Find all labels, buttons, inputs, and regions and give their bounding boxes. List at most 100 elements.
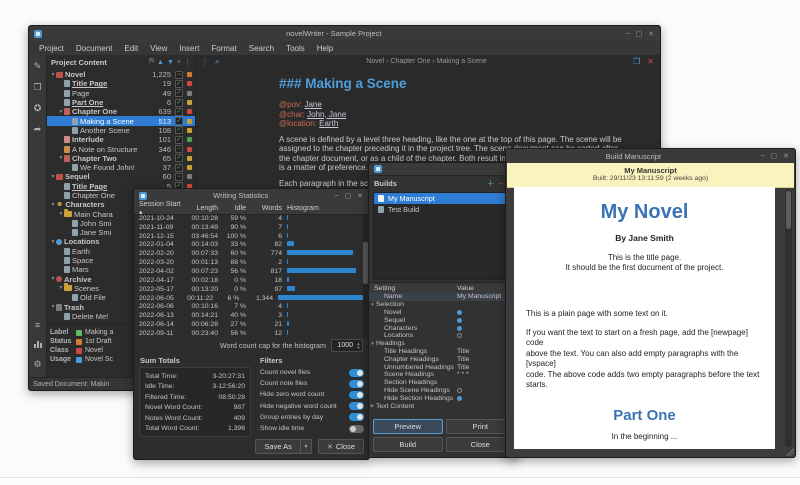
close-icon[interactable]: ✕ [648, 30, 654, 38]
table-row[interactable]: 2021-12-1503:46:54100 %6 [134, 232, 363, 241]
column-header-idle[interactable]: Idle [218, 205, 246, 212]
setting-row[interactable]: Chapter HeadingsTitle [369, 355, 519, 363]
table-row[interactable]: 2022-04-0200:07:2356 %817 [134, 267, 363, 276]
setting-row[interactable]: Title HeadingsTitle [369, 348, 519, 356]
include-checkbox[interactable]: ✓ [175, 154, 183, 162]
maximize-icon[interactable]: ▢ [345, 192, 352, 200]
setting-row[interactable]: ▼Headings [369, 340, 519, 348]
table-row[interactable]: 2022-09-1100:23:4056 %12 [134, 329, 363, 338]
setting-row[interactable]: ▼Selection [369, 301, 519, 309]
stats-close-button[interactable]: ✕Close [318, 439, 364, 454]
radio-off-icon[interactable] [457, 388, 462, 393]
filter-toggle[interactable] [349, 391, 364, 399]
resize-grip[interactable] [786, 448, 794, 456]
radio-on-icon[interactable] [457, 396, 462, 401]
filter-toggle[interactable] [349, 380, 364, 388]
save-as-dropdown-icon[interactable]: ▼ [301, 439, 312, 454]
filter-toggle[interactable] [349, 402, 364, 410]
tree-item[interactable]: ▼Chapter One639✓ [47, 107, 195, 116]
table-row[interactable]: 2022-01-0400:14:0333 %82 [134, 241, 363, 250]
menu-item-edit[interactable]: Edit [118, 44, 144, 53]
editor-menu-icon[interactable]: ⋮ [201, 57, 209, 66]
include-checkbox[interactable]: ✓ [175, 108, 183, 116]
filter-toggle[interactable] [349, 413, 364, 421]
build-button[interactable]: Build [373, 437, 443, 452]
menu-item-tools[interactable]: Tools [280, 44, 311, 53]
move-up-icon[interactable]: ▲ [157, 59, 164, 66]
include-checkbox[interactable]: − [175, 173, 183, 181]
setting-row[interactable]: Hide Section Headings [369, 394, 519, 402]
include-checkbox[interactable]: − [175, 145, 183, 153]
table-row[interactable]: 2022-06-1300:14:2140 %3 [134, 311, 363, 320]
setting-row[interactable]: Characters [369, 324, 519, 332]
include-checkbox[interactable]: ✓ [175, 117, 183, 125]
menu-item-format[interactable]: Format [205, 44, 242, 53]
tree-item[interactable]: Part One6✓ [47, 98, 195, 107]
radio-off-icon[interactable] [457, 333, 462, 338]
setting-row[interactable]: Hide Scene Headings [369, 387, 519, 395]
radio-on-icon[interactable] [457, 310, 462, 315]
close-icon[interactable]: ✕ [357, 192, 363, 200]
setting-row[interactable]: Locations [369, 332, 519, 340]
move-down-icon[interactable]: ▼ [167, 59, 174, 66]
setting-row[interactable]: ▶Text Content [369, 402, 519, 409]
minimize-icon[interactable]: – [626, 30, 630, 38]
session-chart-icon[interactable] [29, 340, 46, 350]
tree-item[interactable]: Title Page19✓ [47, 79, 195, 88]
remove-build-icon[interactable]: − [499, 179, 504, 188]
filter-toggle[interactable] [349, 369, 364, 377]
table-row[interactable]: 2022-06-0500:11:226 %1,344 [134, 294, 363, 303]
include-checkbox[interactable]: ✓ [175, 99, 183, 107]
setting-row[interactable]: Sequel [369, 316, 519, 324]
setting-row[interactable]: Novel [369, 309, 519, 317]
tree-item[interactable]: Interlude101✓ [47, 135, 195, 144]
preview-titlebar[interactable]: Build Manuscript – ▢ ✕ [506, 149, 795, 164]
save-as-button[interactable]: Save As [255, 439, 301, 454]
column-header-length[interactable]: Length [182, 205, 218, 212]
setting-row[interactable]: Unnumbered HeadingsTitle [369, 363, 519, 371]
expander-icon[interactable]: ▼ [369, 341, 376, 346]
tree-item[interactable]: Making a Scene513✓ [47, 116, 195, 125]
table-row[interactable]: 2022-05-1700:13:200 %97 [134, 285, 363, 294]
cap-spinbox[interactable]: 1000 ▲▼ [331, 339, 363, 352]
radio-on-icon[interactable] [457, 318, 462, 323]
table-row[interactable]: 2022-03-2000:01:1388 %2 [134, 258, 363, 267]
table-row[interactable]: 2022-06-0600:10:167 %4 [134, 302, 363, 311]
include-checkbox[interactable]: ✓ [175, 136, 183, 144]
gear-icon[interactable]: ⚙ [29, 359, 46, 370]
menu-item-project[interactable]: Project [33, 44, 70, 53]
expander-icon[interactable]: ▶ [369, 403, 376, 409]
setting-row[interactable]: Section Headings [369, 379, 519, 387]
focus-mode-icon[interactable]: ❐ [633, 57, 640, 66]
kebab-menu-icon[interactable]: ⋮ [184, 58, 191, 66]
table-row[interactable]: 2021-11-0900:13:4990 %7 [134, 223, 363, 232]
build-list-item[interactable]: Test Build [374, 204, 514, 215]
main-titlebar[interactable]: novelWriter - Sample Project – ▢ ✕ [29, 26, 660, 42]
expander-icon[interactable]: ▼ [369, 302, 376, 307]
tree-item[interactable]: A Note on Structure346− [47, 144, 195, 153]
column-header-words[interactable]: Words [246, 205, 282, 212]
tree-item[interactable]: ▼Chapter Two65✓ [47, 154, 195, 163]
setting-row[interactable]: NameMy Manuscript [369, 293, 519, 301]
tree-item[interactable]: ▼Sequel60− [47, 172, 195, 181]
filter-toggle[interactable] [349, 425, 364, 433]
menu-item-view[interactable]: View [144, 44, 173, 53]
include-checkbox[interactable]: ✓ [175, 89, 183, 97]
include-checkbox[interactable]: ✓ [175, 164, 183, 172]
column-header-histogram[interactable]: Histogram [282, 205, 369, 212]
details-list-icon[interactable]: ≡ [29, 320, 46, 330]
tree-item[interactable]: Another Scene108✓ [47, 126, 195, 135]
spin-down-icon[interactable]: ▼ [357, 346, 361, 350]
maximize-icon[interactable]: ▢ [636, 30, 643, 38]
preview-button[interactable]: Preview [373, 419, 443, 434]
table-row[interactable]: 2022-04-1700:02:180 %18 [134, 276, 363, 285]
menu-item-help[interactable]: Help [311, 44, 339, 53]
add-build-icon[interactable]: ＋ [487, 178, 495, 189]
minimize-icon[interactable]: – [761, 152, 765, 160]
menu-item-search[interactable]: Search [243, 44, 280, 53]
builds-titlebar[interactable] [369, 163, 519, 176]
compose-icon[interactable]: ✎ [29, 61, 46, 72]
close-icon[interactable]: ✕ [783, 152, 789, 160]
add-item-icon[interactable]: + [177, 59, 181, 66]
setting-row[interactable]: Scene Headings* * * [369, 371, 519, 379]
